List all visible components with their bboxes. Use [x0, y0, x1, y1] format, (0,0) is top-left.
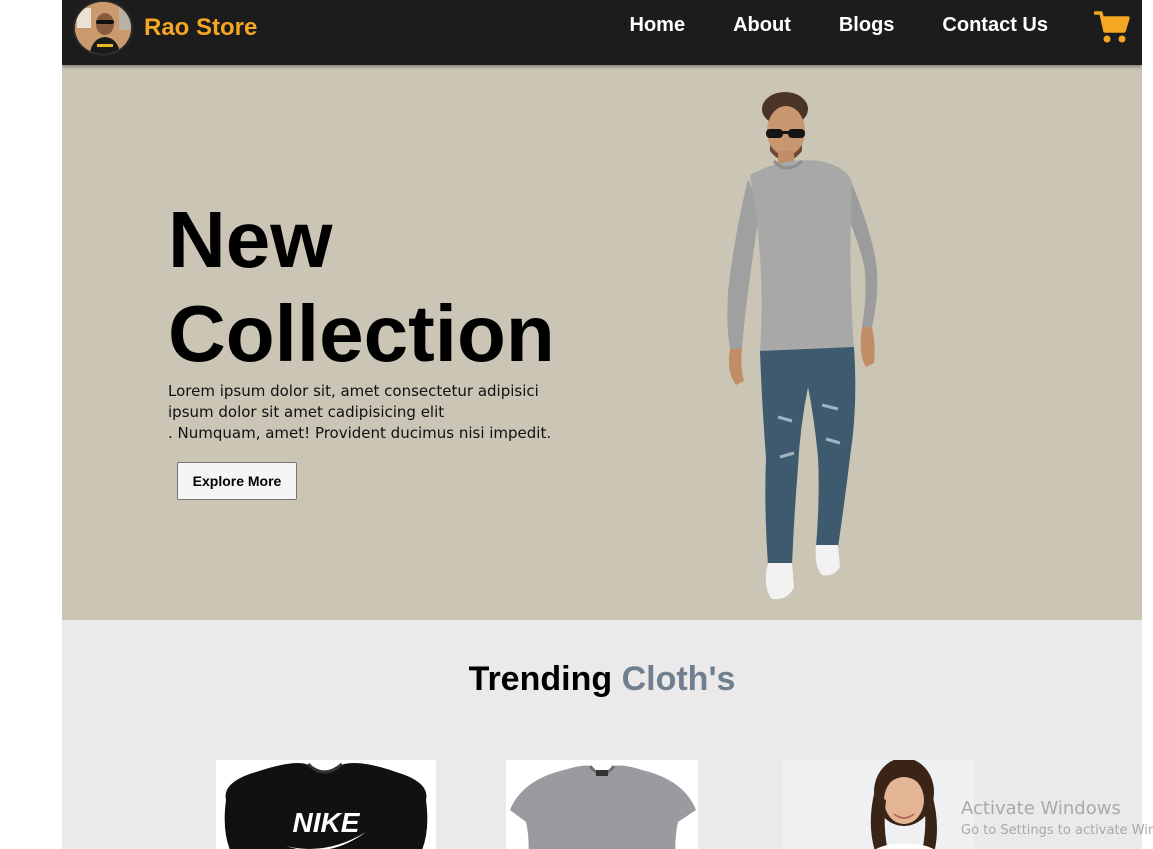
- hero-section: New Collection Lorem ipsum dolor sit, am…: [62, 65, 1142, 620]
- watermark-subtitle: Go to Settings to activate Windows.: [961, 823, 1153, 838]
- product-card-black-tshirt[interactable]: NIKE: [216, 760, 436, 849]
- navbar: Rao Store Home About Blogs Contact Us: [62, 0, 1142, 65]
- shopping-cart-icon[interactable]: [1093, 10, 1130, 44]
- trending-title: Trending Cloth's: [62, 660, 1142, 699]
- hero-description-line1: Lorem ipsum dolor sit, amet consectetur …: [168, 382, 539, 400]
- page: Rao Store Home About Blogs Contact Us Ne…: [62, 0, 1142, 849]
- trending-title-part2: Cloth's: [621, 660, 736, 698]
- nav-link-home[interactable]: Home: [630, 14, 686, 37]
- hero-description-line3: . Numquam, amet! Provident ducimus nisi …: [168, 424, 552, 442]
- product-card-grey-tshirt[interactable]: [506, 760, 698, 849]
- avatar: [73, 0, 133, 56]
- nav-link-about[interactable]: About: [733, 14, 791, 37]
- nav-link-contact-us[interactable]: Contact Us: [942, 14, 1048, 37]
- product-print-text: NIKE: [293, 807, 361, 838]
- hero-description-line2: ipsum dolor sit amet cadipisicing elit: [168, 403, 445, 421]
- windows-activation-watermark: Activate Windows Go to Settings to activ…: [961, 797, 1153, 840]
- product-card-girl-model[interactable]: [782, 760, 974, 849]
- nav-links: Home About Blogs Contact Us: [630, 0, 1048, 50]
- watermark-title: Activate Windows: [961, 798, 1121, 819]
- hero-title-line2: Collection: [168, 289, 555, 378]
- nav-link-blogs[interactable]: Blogs: [839, 14, 895, 37]
- explore-more-button[interactable]: Explore More: [177, 462, 297, 500]
- hero-title-line1: New: [168, 195, 333, 284]
- hero-description: Lorem ipsum dolor sit, amet consectetur …: [168, 381, 552, 444]
- brand[interactable]: Rao Store: [73, 0, 257, 56]
- hero-title: New Collection: [168, 193, 555, 381]
- trending-title-part1: Trending: [468, 660, 613, 698]
- brand-name: Rao Store: [144, 14, 258, 41]
- hero-model-image: [722, 87, 887, 607]
